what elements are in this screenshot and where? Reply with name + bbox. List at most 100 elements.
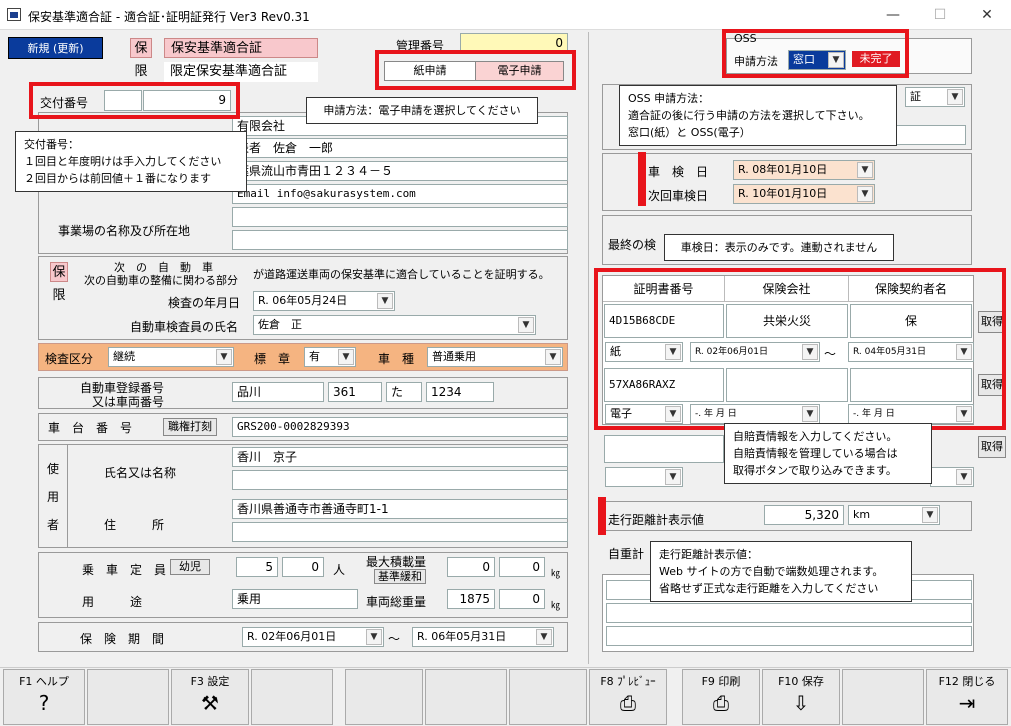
jibai-row3-type[interactable]: ▼ xyxy=(605,467,683,487)
chevron-down-icon: ▼ xyxy=(922,507,938,523)
reg-kana-field[interactable]: た xyxy=(386,382,422,402)
reg-class-field[interactable]: 361 xyxy=(328,382,382,402)
jibai-highlight xyxy=(594,268,1006,430)
jigyo-field-1[interactable] xyxy=(232,207,568,227)
cert-sentence: が道路運送車両の保安基準に適合していることを証明する。 xyxy=(253,268,550,281)
odometer-unit-select[interactable]: km ▼ xyxy=(848,505,940,525)
weight-field-2[interactable]: 0 xyxy=(499,589,545,609)
owner-name-field-2[interactable] xyxy=(232,470,568,490)
weight-unit: ㎏ xyxy=(551,601,561,611)
inspector-label: 自動車検査員の氏名 xyxy=(130,320,239,334)
odometer-highlight xyxy=(598,497,606,535)
close-button[interactable]: ✕ xyxy=(964,0,1010,30)
f1-help-button[interactable]: F1 ヘルプ? xyxy=(3,669,85,725)
f7-blank-key xyxy=(509,669,587,725)
jibai-row3-no[interactable] xyxy=(604,435,724,463)
hoken-to-select[interactable]: R. 06年05月31日 ▼ xyxy=(412,627,554,647)
owner-name-field[interactable]: 香川 京子 xyxy=(232,447,568,467)
tsugi-line2: 次の自動車の整備に関わる部分 xyxy=(84,274,238,287)
company-address-field[interactable]: 葉県流山市青田１２３４－５ xyxy=(232,161,568,181)
f11-blank-key xyxy=(842,669,924,725)
notes-field-2[interactable] xyxy=(606,603,972,623)
capacity-label: 乗 車 定 員 xyxy=(82,563,167,577)
jigyo-label: 事業場の名称及び所在地 xyxy=(58,224,191,238)
kensa-date-select[interactable]: R. 06年05月24日 ▼ xyxy=(253,291,395,311)
f4-blank-key xyxy=(251,669,333,725)
next-shaken-label: 次回車検日 xyxy=(648,189,709,203)
load-field[interactable]: 0 xyxy=(447,557,495,577)
chevron-down-icon: ▼ xyxy=(665,469,681,485)
shou-select[interactable]: 証 ▼ xyxy=(905,87,965,107)
f12-close-button[interactable]: F12 閉じる ⇥ xyxy=(926,669,1008,725)
youto-label: 用 途 xyxy=(82,595,143,609)
koufu-highlight xyxy=(29,82,240,119)
chassis-field[interactable]: GRS200-0002829393 xyxy=(232,417,568,437)
minimize-button[interactable]: — xyxy=(870,0,916,30)
hoken-label: 保 険 期 間 xyxy=(80,632,165,646)
jibai-callout-line3: 取得ボタンで取り込みできます。 xyxy=(733,464,897,477)
kensa-date-value: R. 06年05月24日 xyxy=(258,294,348,307)
cert-gen-mark[interactable]: 限 xyxy=(50,286,68,306)
column-divider xyxy=(588,32,589,664)
capacity-child-field[interactable]: 0 xyxy=(282,557,324,577)
shashu-label: 車 種 xyxy=(378,352,415,366)
f3-settings-button[interactable]: F3 設定 ⚒ xyxy=(171,669,249,725)
kijun-kanwa-button[interactable]: 基準緩和 xyxy=(374,569,426,584)
reg-area-field[interactable]: 品川 xyxy=(232,382,324,402)
kanri-number-field[interactable]: 0 xyxy=(460,33,568,51)
oss-highlight xyxy=(722,29,909,78)
shashu-select[interactable]: 普通乗用 ▼ xyxy=(427,347,563,367)
email-field[interactable]: Email info@sakurasystem.com xyxy=(232,184,568,204)
owner-address-field-2[interactable] xyxy=(232,522,568,542)
hoken-from-select[interactable]: R. 02年06月01日 ▼ xyxy=(242,627,384,647)
youto-field[interactable]: 乗用 xyxy=(232,589,358,609)
window-title: 保安基準適合証 - 適合証･証明証発行 Ver3 Rev0.31 xyxy=(28,10,310,24)
f12-label: F12 閉じる xyxy=(938,675,996,688)
jibai-row3-to[interactable]: ▼ xyxy=(930,467,974,487)
jibai-callout: 自賠責情報を入力してください。 自賠責情報を管理している場合は 取得ボタンで取り… xyxy=(724,423,932,484)
user-side-label: 使 用 者 xyxy=(38,444,68,548)
koufu-callout: 交付番号： １回目と年度明けは手入力してください ２回目からは前回値＋１番になり… xyxy=(15,131,247,192)
representative-field[interactable]: 表者 佐倉 一郎 xyxy=(232,138,568,158)
load-field-2[interactable]: 0 xyxy=(499,557,545,577)
save-icon: ⇩ xyxy=(792,691,810,715)
f8-preview-button[interactable]: F8 ﾌﾟﾚﾋﾞｭｰ ⎙ xyxy=(589,669,667,725)
gentei-label[interactable]: 限定保安基準適合証 xyxy=(164,62,318,82)
shashu-value: 普通乗用 xyxy=(432,350,476,363)
kubun-select[interactable]: 継続 ▼ xyxy=(108,347,234,367)
hoan-kijun-label[interactable]: 保安基準適合証 xyxy=(164,38,318,58)
exit-icon: ⇥ xyxy=(958,691,976,715)
chevron-down-icon: ▼ xyxy=(377,293,393,309)
shaken-date-select[interactable]: R. 08年01月10日 ▼ xyxy=(733,160,875,180)
f3-label: F3 設定 xyxy=(190,675,230,688)
next-shaken-select[interactable]: R. 10年01月10日 ▼ xyxy=(733,184,875,204)
reg-number-field[interactable]: 1234 xyxy=(426,382,494,402)
f9-print-button[interactable]: F9 印刷 ⎙ xyxy=(682,669,760,725)
f10-save-button[interactable]: F10 保存 ⇩ xyxy=(762,669,840,725)
method-callout: 申請方法：電子申請を選択してください xyxy=(306,97,538,124)
odometer-field[interactable]: 5,320 xyxy=(764,505,844,525)
owner-address-field[interactable]: 香川県善通寺市善通寺町1-1 xyxy=(232,499,568,519)
shokken-button[interactable]: 職権打刻 xyxy=(163,418,217,436)
new-update-button[interactable]: 新規 (更新) xyxy=(8,37,103,59)
jigyo-field-2[interactable] xyxy=(232,230,568,250)
chevron-down-icon: ▼ xyxy=(518,317,534,333)
inspector-select[interactable]: 佐倉 正 ▼ xyxy=(253,315,536,335)
help-icon: ? xyxy=(38,691,50,715)
notes-field-3[interactable] xyxy=(606,626,972,646)
f2-blank-key xyxy=(87,669,169,725)
ho-mark: 保 xyxy=(130,38,152,58)
hoken-tilde: 〜 xyxy=(388,632,401,646)
weight-field[interactable]: 1875 xyxy=(447,589,495,609)
youji-button[interactable]: 幼児 xyxy=(170,559,210,575)
cert-ho-mark[interactable]: 保 xyxy=(50,262,68,282)
chevron-down-icon: ▼ xyxy=(947,89,963,105)
name-label: 氏名又は名称 xyxy=(104,466,177,480)
capacity-field[interactable]: 5 xyxy=(236,557,278,577)
hyosho-select[interactable]: 有 ▼ xyxy=(304,347,356,367)
reg-label-2: 又は車両番号 xyxy=(92,395,165,409)
printer-icon: ⎙ xyxy=(620,691,636,715)
maximize-button[interactable]: ☐ xyxy=(917,0,963,30)
app-icon xyxy=(7,8,21,21)
jibai-get-button-3[interactable]: 取得 xyxy=(978,436,1006,458)
